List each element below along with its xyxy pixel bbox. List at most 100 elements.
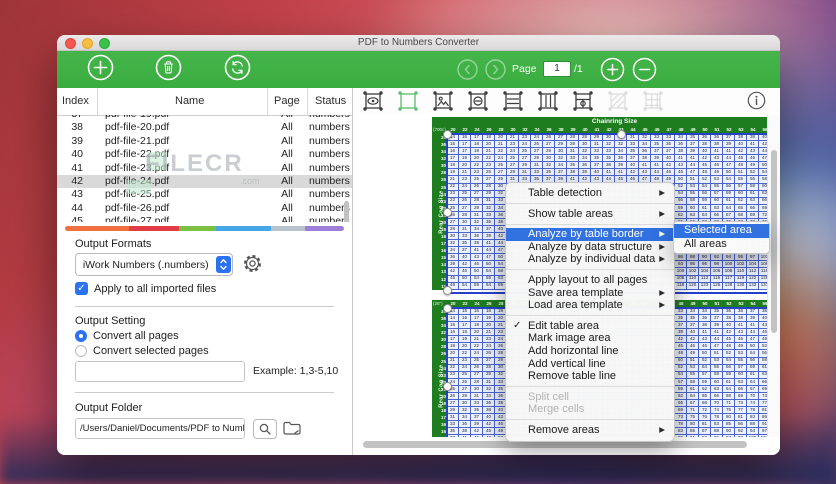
magnifier-icon: [259, 423, 271, 435]
menu-item-split-cell: Split cell: [528, 390, 569, 403]
table-row[interactable]: 40 pdf-file-22.pdf All numbers: [57, 148, 352, 161]
reveal-folder-button[interactable]: [253, 419, 277, 439]
table-row[interactable]: 42pdf-file-24.pdfAllnumbers: [57, 174, 352, 189]
folder-icon: [283, 421, 301, 435]
zoom-in-button[interactable]: [600, 57, 625, 82]
convert-icon: [224, 54, 250, 81]
menu-item-edit-table-area[interactable]: ✓ Edit table area: [506, 320, 674, 333]
convert-all-pages-radio[interactable]: Convert all pages: [75, 330, 179, 342]
output-setting-title: Output Setting: [75, 315, 146, 327]
selection-handle[interactable]: [617, 130, 626, 139]
file-list-panel: Index Name Page Status 37pdf-file-19.pdf…: [57, 88, 353, 455]
menu-item-add-vertical-line[interactable]: Add vertical line: [506, 358, 674, 371]
submenu-item-selected-area[interactable]: Selected area: [674, 224, 769, 238]
menu-item-load-area-template[interactable]: Load area template ▶: [506, 299, 674, 312]
column-divider[interactable]: [267, 88, 268, 115]
context-submenu: Selected area All areas: [673, 221, 770, 254]
area-tools-toolbar: [353, 88, 780, 116]
header-name[interactable]: Name: [175, 88, 204, 115]
menu-item-analyze-by-table-border[interactable]: Analyze by table border ▶: [506, 228, 674, 241]
menu-item-apply-layout-to-all-pages[interactable]: Apply layout to all pages: [506, 274, 674, 287]
choose-folder-button[interactable]: [281, 419, 303, 437]
menu-item-show-table-areas[interactable]: Show table areas ▶: [506, 208, 674, 221]
header-status[interactable]: Status: [315, 88, 346, 115]
menu-separator: [506, 269, 674, 271]
table-area-icon[interactable]: [572, 90, 594, 112]
table-row[interactable]: 41 pdf-file-23.pdf All numbers: [57, 162, 352, 175]
radio-off-icon[interactable]: [75, 345, 87, 357]
column-divider[interactable]: [307, 88, 308, 115]
format-dropdown[interactable]: iWork Numbers (.numbers): [75, 253, 233, 276]
menu-item-mark-image-area[interactable]: Mark image area: [506, 332, 674, 345]
menu-item-analyze-by-data-structure[interactable]: Analyze by data structure ▶: [506, 241, 674, 254]
header-index[interactable]: Index: [62, 88, 89, 115]
menu-separator: [506, 203, 674, 205]
radio-on-icon[interactable]: [75, 330, 87, 342]
add-vertical-line-icon[interactable]: [537, 90, 559, 112]
menu-item-add-horizontal-line[interactable]: Add horizontal line: [506, 345, 674, 358]
vertical-scrollbar[interactable]: [767, 115, 780, 437]
trash-icon: [155, 54, 181, 81]
page-number-input[interactable]: 1: [543, 61, 571, 77]
main-toolbar: Add Remove Convert Page 1 /1: [57, 51, 780, 97]
selection-handle[interactable]: [443, 304, 452, 313]
format-dropdown-value: iWork Numbers (.numbers): [82, 258, 209, 271]
submenu-item-all-areas[interactable]: All areas: [674, 238, 769, 252]
window-title: PDF to Numbers Converter: [357, 37, 480, 48]
submenu-arrow-icon: ▶: [659, 229, 665, 239]
apply-all-label: Apply to all imported files: [94, 282, 217, 295]
selection-handle[interactable]: [443, 208, 452, 217]
convert-selected-pages-radio[interactable]: Convert selected pages: [75, 345, 209, 357]
info-icon[interactable]: [747, 91, 766, 110]
menu-item-analyze-by-individual-data[interactable]: Analyze by individual data ▶: [506, 253, 674, 266]
table-row[interactable]: 39 pdf-file-21.pdf All numbers: [57, 135, 352, 148]
remove-area-icon[interactable]: [467, 90, 489, 112]
next-page-button[interactable]: [485, 59, 506, 80]
title-bar[interactable]: PDF to Numbers Converter: [57, 35, 780, 51]
menu-item-save-area-template[interactable]: Save area template ▶: [506, 287, 674, 300]
header-page[interactable]: Page: [274, 88, 300, 115]
progress-rainbow-bar: [65, 226, 344, 231]
divider: [75, 306, 334, 307]
add-horizontal-line-icon[interactable]: [502, 90, 524, 112]
table-row[interactable]: 44 pdf-file-26.pdf All numbers: [57, 202, 352, 215]
selection-handle[interactable]: [443, 286, 452, 295]
submenu-arrow-icon: ▶: [659, 188, 665, 197]
menu-item-remove-table-line[interactable]: Remove table line: [506, 370, 674, 383]
menu-separator: [506, 223, 674, 225]
show-area-preview-icon[interactable]: [362, 90, 384, 112]
horizontal-scrollbar-thumb[interactable]: [363, 441, 747, 448]
zoom-out-button[interactable]: [632, 57, 657, 82]
table-row[interactable]: 43 pdf-file-25.pdf All numbers: [57, 188, 352, 201]
dropdown-stepper-icon: [215, 256, 231, 273]
gear-icon[interactable]: [241, 252, 264, 275]
submenu-arrow-icon: ▶: [659, 254, 665, 264]
menu-separator: [506, 419, 674, 421]
menu-separator: [506, 386, 674, 388]
table-row[interactable]: 45 pdf-file-27.pdf All numbers: [57, 215, 352, 222]
watermark-square: [127, 180, 151, 194]
screen: PDF to Numbers Converter Add Remove Conv…: [0, 0, 836, 484]
table-row[interactable]: 38 pdf-file-20.pdf All numbers: [57, 121, 352, 134]
merge-cells-icon: [642, 90, 664, 112]
page-range-input[interactable]: [75, 361, 245, 382]
menu-item-table-detection[interactable]: Table detection ▶: [506, 187, 674, 200]
page-label: Page: [512, 63, 537, 75]
checkbox-checked-icon[interactable]: ✓: [75, 282, 88, 295]
selection-handle[interactable]: [443, 382, 452, 391]
file-list: 37pdf-file-19.pdfAllnumbers38pdf-file-20…: [57, 115, 352, 222]
watermark-square: [147, 152, 167, 170]
select-table-area-icon[interactable]: [397, 90, 419, 112]
apply-all-checkbox-row[interactable]: ✓ Apply to all imported files: [75, 282, 216, 295]
checkmark-icon: ✓: [513, 319, 522, 331]
output-folder-title: Output Folder: [75, 402, 143, 414]
previous-page-button[interactable]: [457, 59, 478, 80]
selection-handle[interactable]: [443, 130, 452, 139]
split-cell-icon: [607, 90, 629, 112]
menu-item-remove-areas[interactable]: Remove areas ▶: [506, 424, 674, 437]
column-divider[interactable]: [97, 88, 98, 115]
vertical-scrollbar-thumb[interactable]: [770, 150, 777, 333]
submenu-arrow-icon: ▶: [659, 424, 665, 434]
output-folder-input[interactable]: /Users/Daniel/Documents/PDF to Numbers C…: [75, 418, 245, 439]
mark-image-area-icon[interactable]: [432, 90, 454, 112]
